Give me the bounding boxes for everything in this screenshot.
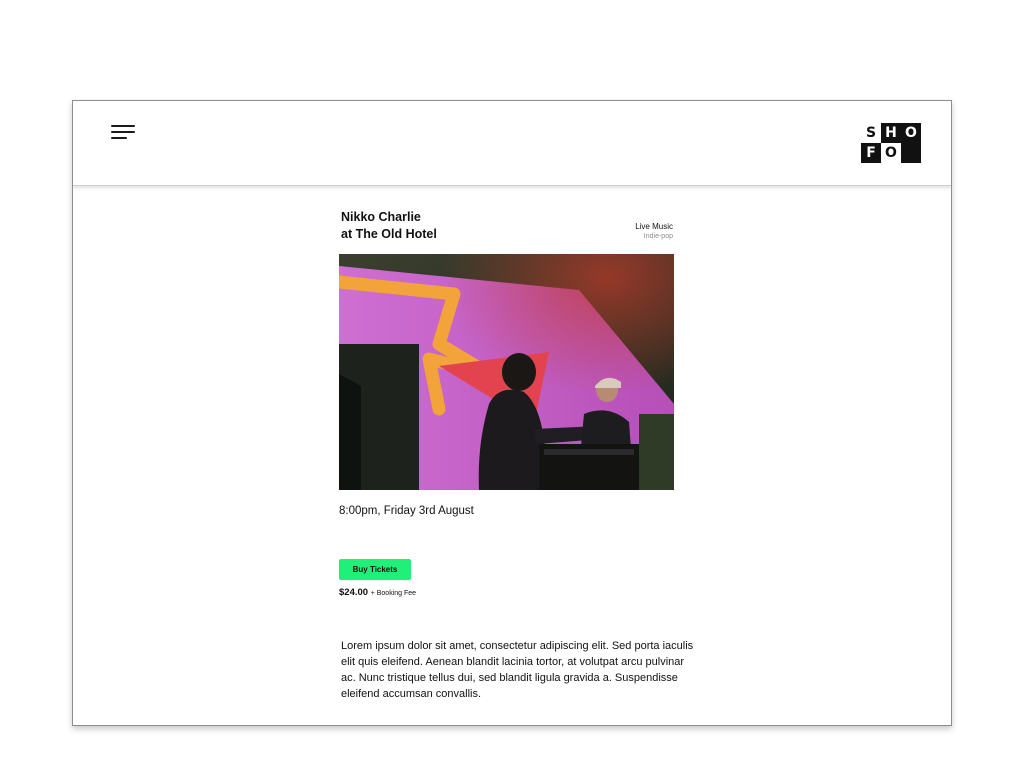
- booking-fee-label: + Booking Fee: [370, 590, 417, 597]
- logo-cell: F: [861, 143, 881, 163]
- app-window: S H O F O Nikko Charlie at The Old Hotel…: [72, 100, 952, 726]
- event-description: Lorem ipsum dolor sit amet, consectetur …: [341, 640, 694, 700]
- buy-tickets-button[interactable]: Buy Tickets: [339, 559, 411, 580]
- genre-label: Indie-pop: [643, 233, 673, 240]
- category-label: Live Music: [635, 222, 673, 231]
- hamburger-menu-icon[interactable]: [111, 123, 135, 141]
- event-title: Nikko Charlie at The Old Hotel: [341, 209, 561, 243]
- logo-cell: O: [881, 143, 901, 163]
- concert-image: [339, 254, 674, 490]
- event-datetime: 8:00pm, Friday 3rd August: [339, 505, 474, 517]
- ticket-price: $24.00 + Booking Fee: [339, 587, 416, 598]
- event-title-artist: Nikko Charlie: [341, 210, 421, 224]
- shofo-logo[interactable]: S H O F O: [861, 123, 921, 163]
- logo-cell: O: [901, 123, 921, 143]
- logo-cell: H: [881, 123, 901, 143]
- event-title-venue: at The Old Hotel: [341, 227, 437, 241]
- event-photo: [339, 254, 674, 490]
- price-amount: $24.00: [339, 587, 369, 598]
- event-category: Live Music Indie-pop: [635, 222, 673, 242]
- logo-cell: [901, 143, 921, 163]
- top-bar: S H O F O: [73, 101, 951, 186]
- logo-cell: S: [861, 123, 881, 143]
